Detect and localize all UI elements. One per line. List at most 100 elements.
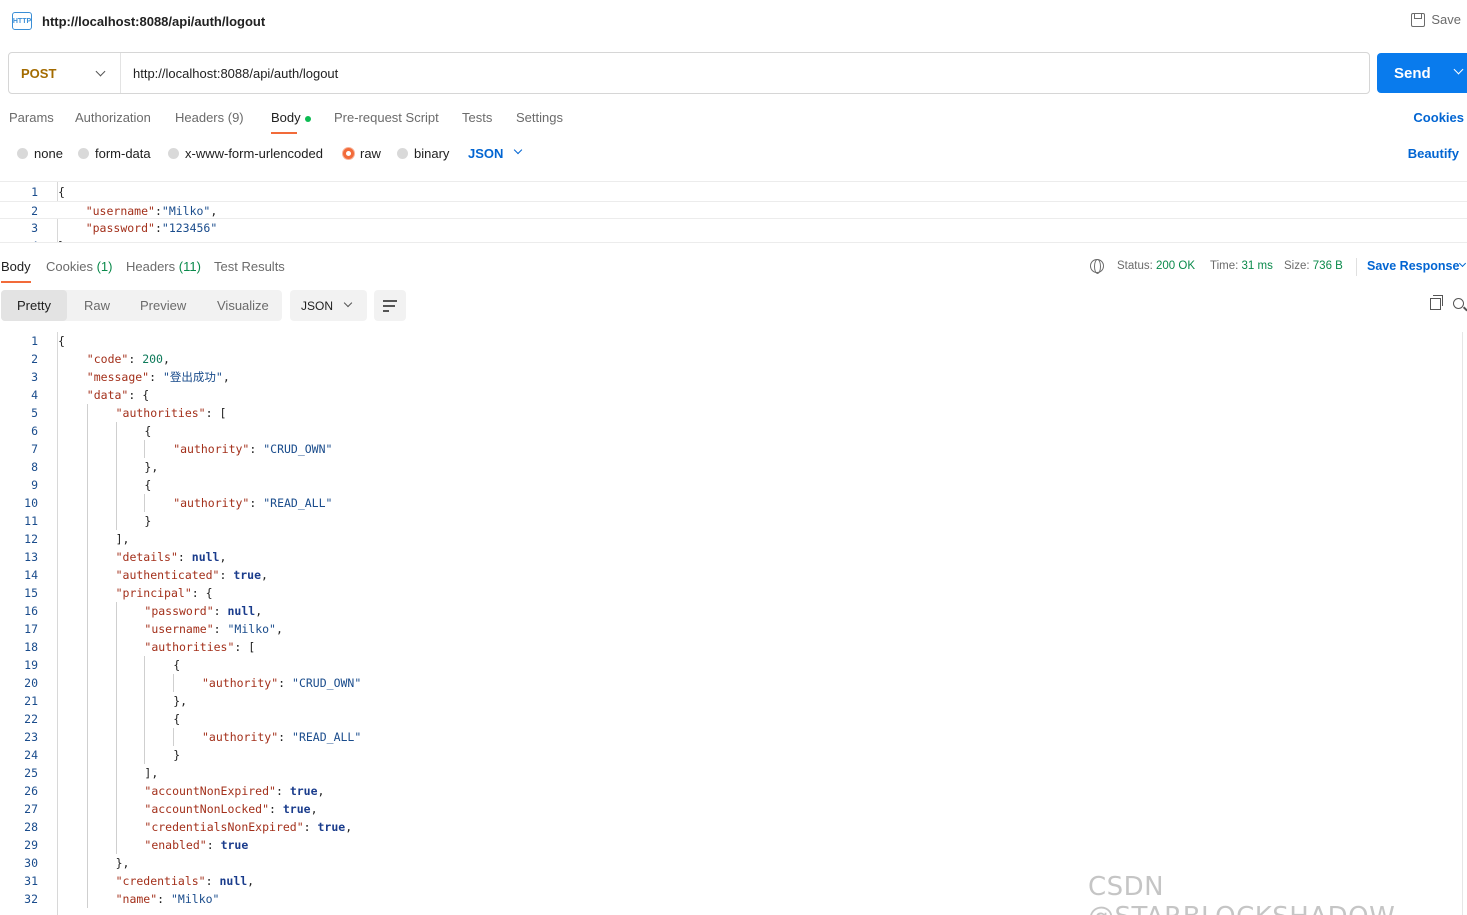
code-line[interactable]: 11}	[0, 512, 1467, 530]
code-line[interactable]: 22 {	[0, 710, 1467, 728]
view-preview[interactable]: Preview	[140, 290, 186, 321]
tab-settings[interactable]: Settings	[516, 110, 563, 125]
save-response-button[interactable]: Save Response	[1367, 259, 1459, 273]
indent-guide	[86, 782, 88, 800]
code-line[interactable]: 2 "username":"Milko",	[0, 201, 1467, 219]
save-icon	[1411, 12, 1426, 27]
code-line[interactable]: 7 "authority": "CRUD_OWN"	[0, 440, 1467, 458]
vertical-scrollbar[interactable]	[1462, 332, 1463, 915]
line-number: 7	[31, 442, 38, 456]
code-line[interactable]: 18 "authorities": [	[0, 638, 1467, 656]
view-visualize[interactable]: Visualize	[217, 290, 269, 321]
code-line[interactable]: 25],	[0, 764, 1467, 782]
view-mode-group: Pretty Raw Preview Visualize	[1, 290, 282, 321]
radio-form-data[interactable]: form-data	[78, 146, 151, 161]
line-number: 8	[31, 460, 38, 474]
search-icon[interactable]	[1453, 298, 1464, 309]
time-info[interactable]: Time: 31 ms	[1210, 260, 1273, 272]
line-number: 20	[24, 676, 38, 690]
save-label: Save	[1431, 12, 1461, 27]
code-line[interactable]: 9{	[0, 476, 1467, 494]
tab-authorization[interactable]: Authorization	[75, 110, 151, 125]
code-text: },	[115, 856, 130, 870]
chevron-down-icon	[343, 298, 353, 308]
response-format-select[interactable]: JSON	[290, 290, 367, 321]
view-raw[interactable]: Raw	[84, 290, 110, 321]
code-line[interactable]: 27 "accountNonLocked": true,	[0, 800, 1467, 818]
code-line[interactable]: 3 "message": "登出成功",	[0, 368, 1467, 386]
request-title[interactable]: http://localhost:8088/api/auth/logout	[42, 14, 265, 29]
indent-guide	[115, 512, 117, 530]
url-input[interactable]	[121, 53, 1369, 93]
tab-prerequest-script[interactable]: Pre-request Script	[334, 110, 439, 125]
chevron-down-icon[interactable]	[513, 145, 523, 155]
wrap-lines-button[interactable]	[374, 290, 406, 321]
copy-icon[interactable]	[1430, 295, 1443, 310]
line-number: 4	[0, 237, 38, 242]
tab-params[interactable]: Params	[9, 110, 54, 125]
code-line[interactable]: 1{	[0, 332, 1467, 350]
radio-urlencoded[interactable]: x-www-form-urlencoded	[168, 146, 323, 161]
indent-guide	[86, 584, 88, 602]
code-text: }	[144, 514, 152, 528]
code-line[interactable]: 23 "authority": "READ_ALL"	[0, 728, 1467, 746]
code-text: "accountNonExpired": true,	[144, 784, 325, 798]
tab-response-headers[interactable]: Headers (11)	[126, 259, 201, 274]
tab-headers[interactable]: Headers (9)	[175, 110, 244, 125]
code-line[interactable]: 29 "enabled": true	[0, 836, 1467, 854]
tab-response-cookies[interactable]: Cookies (1)	[46, 259, 112, 274]
view-pretty[interactable]: Pretty	[1, 290, 67, 321]
code-line[interactable]: 16 "password": null,	[0, 602, 1467, 620]
code-line[interactable]: 24}	[0, 746, 1467, 764]
globe-icon[interactable]	[1090, 259, 1104, 274]
line-number: 1	[31, 334, 38, 348]
method-select[interactable]: POST	[9, 53, 121, 93]
chevron-down-icon[interactable]	[1458, 259, 1467, 268]
code-line[interactable]: 14 "authenticated": true,	[0, 566, 1467, 584]
code-line[interactable]: 30},	[0, 854, 1467, 872]
code-line[interactable]: 2 "code": 200,	[0, 350, 1467, 368]
code-line[interactable]: 3 "password":"123456"	[0, 219, 1467, 237]
code-line[interactable]: 13 "details": null,	[0, 548, 1467, 566]
code-line[interactable]: 21},	[0, 692, 1467, 710]
response-body-viewer[interactable]: 1{2 "code": 200, 3 "message": "登出成功", 4 "data…	[0, 332, 1467, 915]
status-info[interactable]: Status: 200 OK	[1117, 260, 1195, 272]
code-line[interactable]: 19 {	[0, 656, 1467, 674]
code-text: "accountNonLocked": true,	[144, 802, 318, 816]
tab-response-body[interactable]: Body	[1, 259, 31, 283]
code-line[interactable]: 4}	[0, 237, 1467, 242]
code-text: "authenticated": true,	[115, 568, 268, 582]
save-button[interactable]: Save	[1411, 12, 1461, 27]
indent-guide	[115, 476, 117, 494]
code-line[interactable]: 28 "credentialsNonExpired": true,	[0, 818, 1467, 836]
line-number: 2	[31, 204, 38, 218]
radio-none[interactable]: none	[17, 146, 63, 161]
beautify-button[interactable]: Beautify	[1408, 146, 1459, 161]
size-info[interactable]: Size: 736 B	[1284, 260, 1343, 272]
indent-guide	[86, 494, 88, 512]
code-line[interactable]: 26 "accountNonExpired": true,	[0, 782, 1467, 800]
code-line[interactable]: 1{	[0, 183, 1467, 201]
radio-binary[interactable]: binary	[397, 146, 449, 161]
radio-raw[interactable]: raw	[343, 146, 381, 161]
code-line[interactable]: 20 "authority": "CRUD_OWN"	[0, 674, 1467, 692]
line-number: 9	[31, 478, 38, 492]
cookies-link[interactable]: Cookies	[1413, 110, 1464, 125]
code-line[interactable]: 5 "authorities": [	[0, 404, 1467, 422]
request-body-editor[interactable]: 1{2 "username":"Milko", 3 "password":"123…	[0, 181, 1467, 243]
code-line[interactable]: 12],	[0, 530, 1467, 548]
code-line[interactable]: 17 "username": "Milko",	[0, 620, 1467, 638]
tab-test-results[interactable]: Test Results	[214, 259, 285, 274]
tab-tests[interactable]: Tests	[462, 110, 492, 125]
code-line[interactable]: 8},	[0, 458, 1467, 476]
code-line[interactable]: 15 "principal": {	[0, 584, 1467, 602]
chevron-down-icon[interactable]	[1453, 64, 1464, 75]
tab-body[interactable]: Body	[271, 110, 311, 134]
raw-format-select[interactable]: JSON	[468, 146, 503, 161]
code-text: "details": null,	[115, 550, 227, 564]
indent-guide	[115, 728, 117, 746]
code-line[interactable]: 4 "data": {	[0, 386, 1467, 404]
code-line[interactable]: 10 "authority": "READ_ALL"	[0, 494, 1467, 512]
code-line[interactable]: 6{	[0, 422, 1467, 440]
send-button[interactable]: Send	[1377, 53, 1467, 93]
